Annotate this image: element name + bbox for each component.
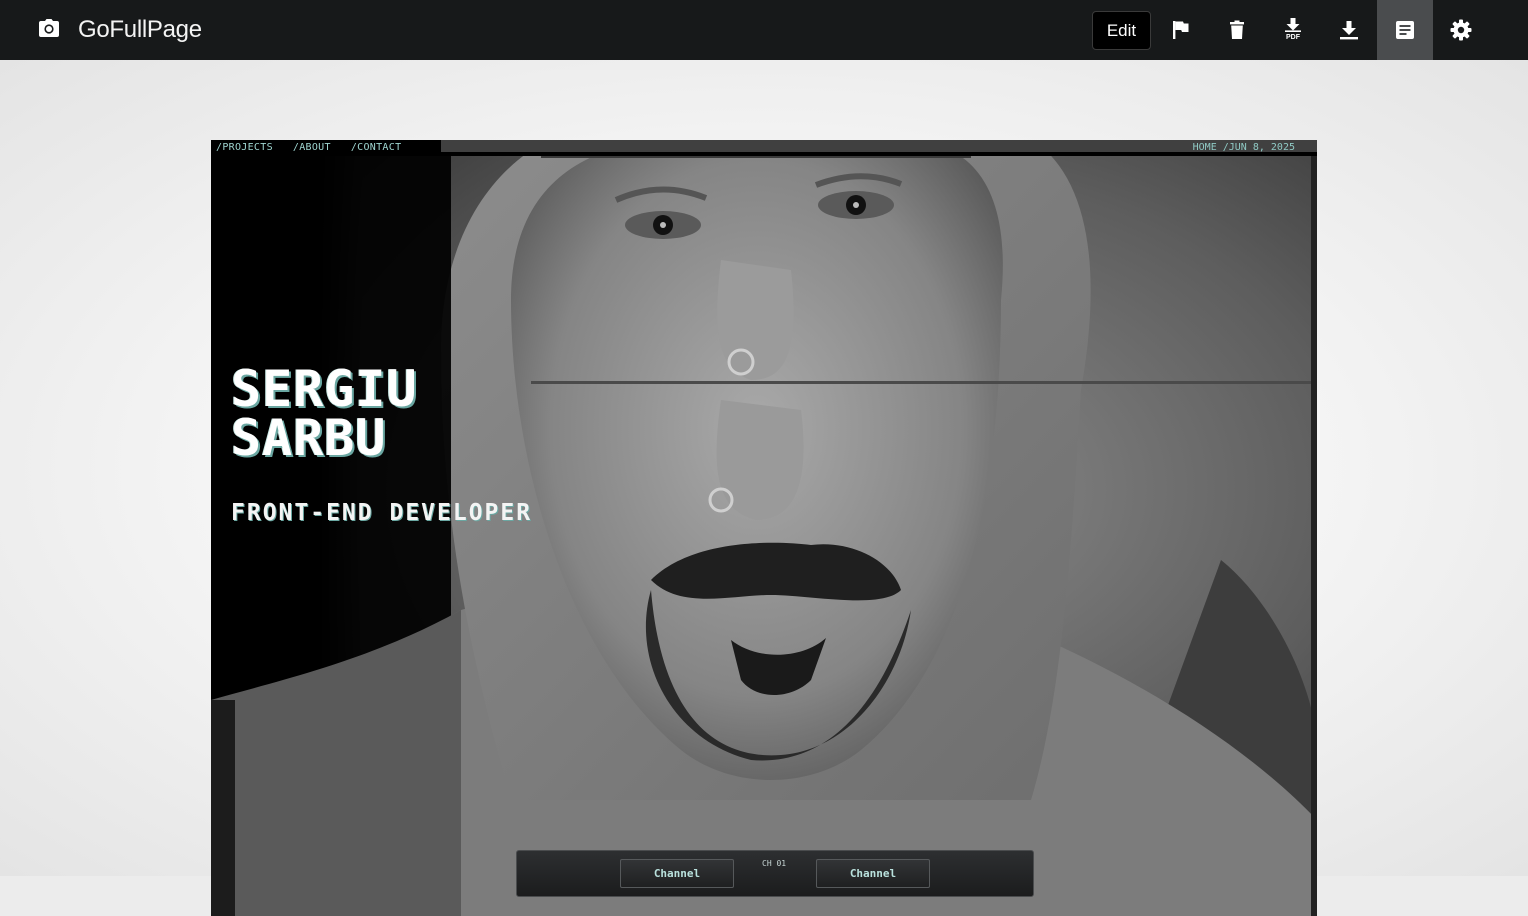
download-pdf-button[interactable]: PDF: [1265, 0, 1321, 60]
portrait-photo: [211, 140, 1317, 916]
notes-button[interactable]: [1377, 0, 1433, 60]
edit-button[interactable]: Edit: [1092, 11, 1151, 50]
hero-role: FRONT-END DEVELOPER: [231, 500, 533, 526]
camera-icon: [38, 18, 60, 43]
notes-icon: [1395, 20, 1415, 40]
nav-contact-link[interactable]: /CONTACT: [351, 142, 402, 153]
download-icon: [1339, 20, 1359, 40]
trash-icon: [1229, 20, 1245, 40]
flag-icon: [1172, 20, 1190, 40]
site-nav: /PROJECTS /ABOUT /CONTACT: [216, 142, 401, 153]
app-title: GoFullPage: [78, 16, 202, 43]
delete-button[interactable]: [1209, 0, 1265, 60]
page-screenshot: /PROJECTS /ABOUT /CONTACT HOME /JUN 8, 2…: [211, 140, 1317, 916]
hero-name: SERGIU SARBU: [231, 360, 418, 467]
settings-button[interactable]: [1433, 0, 1489, 60]
site-date: HOME /JUN 8, 2025: [1192, 142, 1295, 153]
pdf-badge: PDF: [1286, 34, 1300, 41]
channel-prev-button[interactable]: Channel: [620, 859, 734, 888]
nav-projects-link[interactable]: /PROJECTS: [216, 142, 273, 153]
gear-icon: [1450, 19, 1472, 41]
download-button[interactable]: [1321, 0, 1377, 60]
hero-name-line2: SARBU: [231, 409, 387, 467]
download-pdf-icon: PDF: [1284, 18, 1302, 42]
capture-stage: /PROJECTS /ABOUT /CONTACT HOME /JUN 8, 2…: [0, 60, 1528, 916]
flag-button[interactable]: [1153, 0, 1209, 60]
hero-name-line1: SERGIU: [231, 360, 418, 418]
nav-about-link[interactable]: /ABOUT: [293, 142, 331, 153]
channel-controls: Channel CH 01 Channel: [516, 850, 1034, 897]
channel-indicator: CH 01: [762, 859, 787, 868]
channel-next-button[interactable]: Channel: [816, 859, 930, 888]
extension-toolbar: GoFullPage Edit PDF: [0, 0, 1528, 60]
brand: GoFullPage: [38, 14, 202, 46]
